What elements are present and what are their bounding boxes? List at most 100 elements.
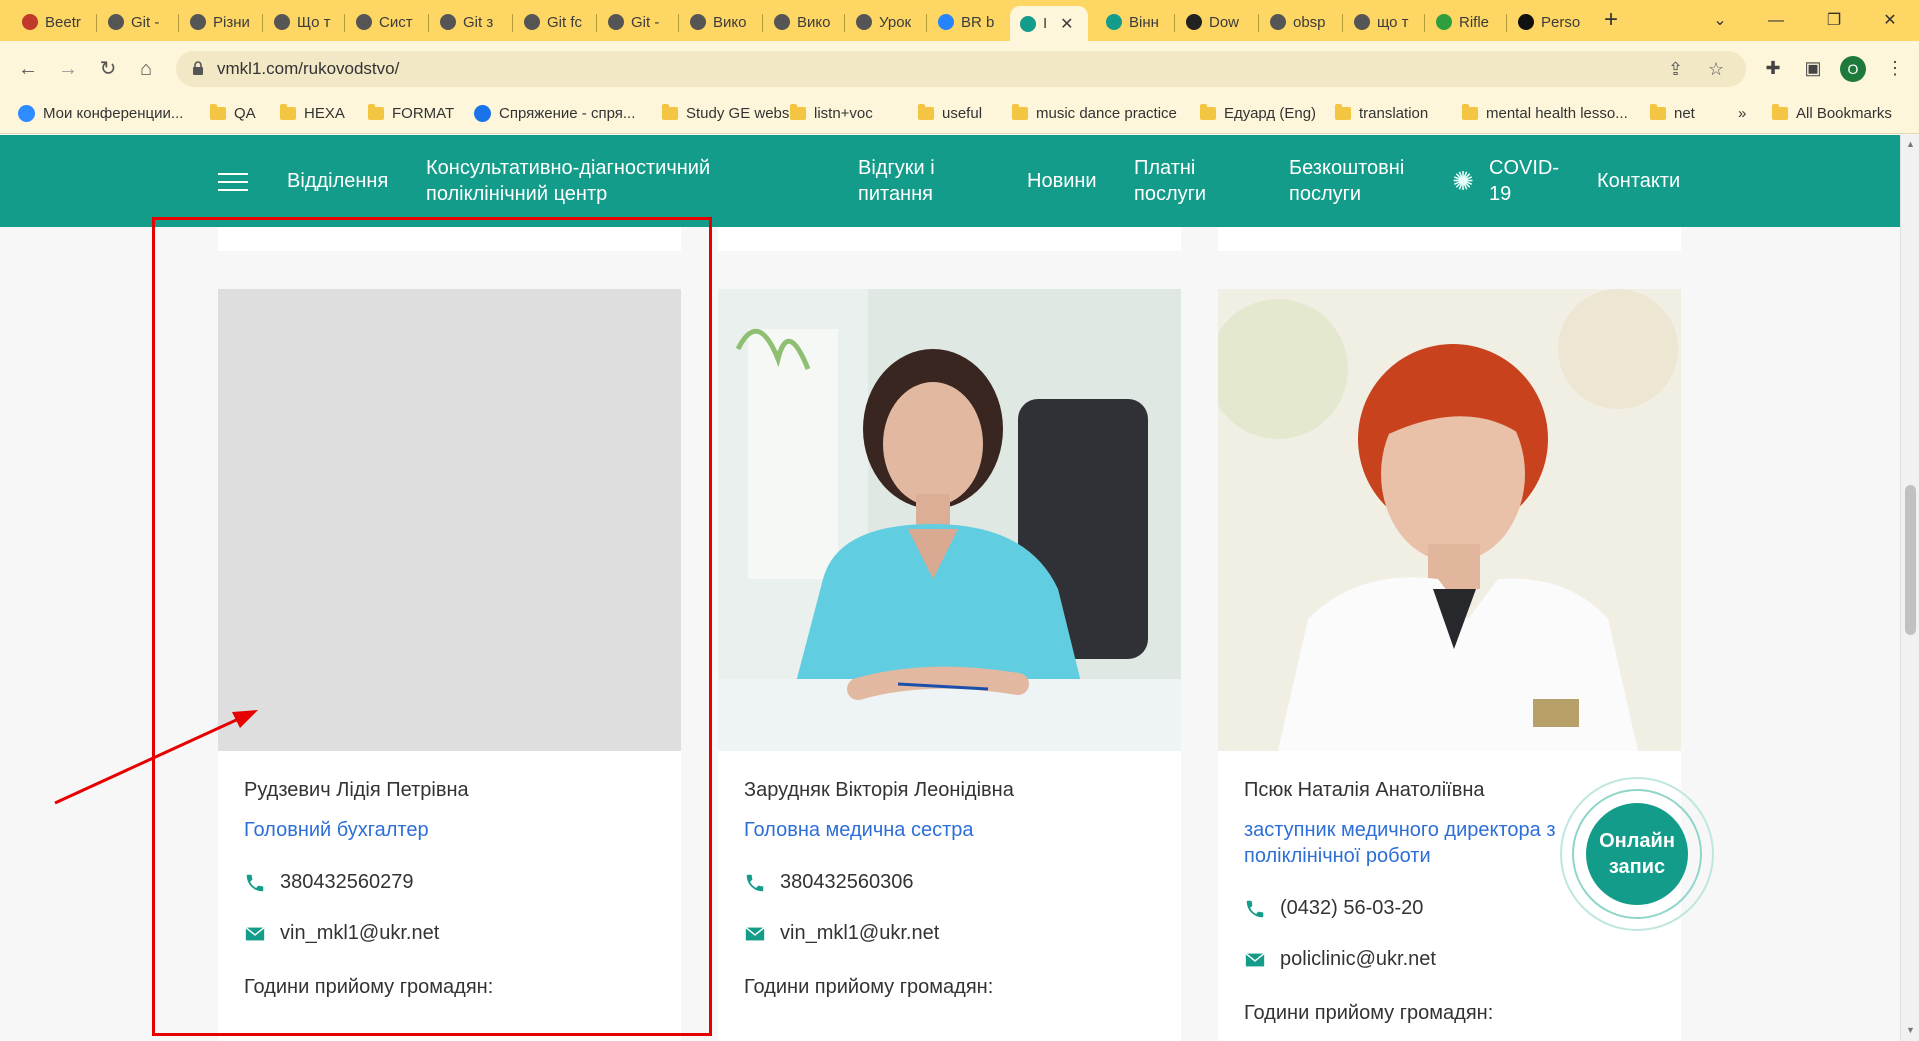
restore-button[interactable]: ❐: [1814, 6, 1854, 36]
folder-icon: [280, 104, 296, 120]
browser-tab[interactable]: Git -: [98, 6, 178, 38]
browser-tab[interactable]: I ✕: [1010, 6, 1088, 41]
staff-name: Зарудняк Вікторія Леонідівна: [744, 779, 1014, 801]
staff-phone[interactable]: (0432) 56-03-20: [1244, 897, 1423, 920]
staff-photo: [718, 289, 1181, 751]
card-previous-bottom: [718, 227, 1181, 251]
address-bar[interactable]: vmkl1.com/rukovodstvo/ ⇪ ☆: [176, 51, 1746, 87]
reception-hours-label: Години прийому громадян:: [744, 976, 994, 998]
nav-covid[interactable]: COVID- 19: [1489, 155, 1559, 207]
nav-center-line2: поліклінічний центр: [426, 183, 608, 205]
more-menu-icon[interactable]: ⋮: [1882, 55, 1908, 81]
tab-title: obsp: [1293, 13, 1326, 31]
browser-tab[interactable]: що т: [1344, 6, 1424, 38]
bookmark-star-icon[interactable]: ☆: [1708, 59, 1724, 80]
bookmarks-overflow-button[interactable]: »: [1738, 105, 1746, 122]
nav-reviews[interactable]: Відгуки і питання: [858, 155, 935, 207]
bookmark-item[interactable]: translation: [1335, 104, 1428, 122]
staff-email[interactable]: vin_mkl1@ukr.net: [744, 922, 939, 945]
page-scrollbar[interactable]: ▲ ▼: [1900, 135, 1919, 1041]
extensions-puzzle-icon[interactable]: ✚: [1760, 55, 1786, 81]
browser-tab[interactable]: Що т: [264, 6, 344, 38]
tab-separator: [262, 14, 263, 32]
browser-tab[interactable]: Вінн: [1096, 6, 1176, 38]
browser-tab[interactable]: Rifle: [1426, 6, 1506, 38]
nav-paid-services[interactable]: Платні послуги: [1134, 155, 1206, 207]
side-panel-icon[interactable]: ▣: [1800, 55, 1826, 81]
apple-icon: [22, 14, 38, 30]
browser-tab[interactable]: Git -: [598, 6, 678, 38]
hamburger-menu-icon[interactable]: [218, 173, 248, 191]
nav-contacts[interactable]: Контакти: [1597, 168, 1680, 194]
folder-icon: [368, 104, 384, 120]
bookmark-item[interactable]: useful: [918, 104, 982, 122]
browser-tab[interactable]: obsp: [1260, 6, 1340, 38]
bookmark-item[interactable]: HEXA: [280, 104, 345, 122]
tab-title: Rifle: [1459, 13, 1490, 31]
nav-free-services[interactable]: Безкоштовні послуги: [1289, 155, 1404, 207]
browser-tab[interactable]: Вико: [680, 6, 760, 38]
tab-separator: [1342, 14, 1343, 32]
browser-tab[interactable]: Beetr: [12, 6, 92, 38]
browser-tab[interactable]: Вико: [764, 6, 844, 38]
bookmark-label: music dance practice: [1036, 105, 1177, 122]
bookmark-item[interactable]: FORMAT: [368, 104, 454, 122]
bookmark-item[interactable]: Спряжение - спря...: [474, 105, 635, 122]
nav-covid-line2: 19: [1489, 183, 1512, 205]
bookmark-item[interactable]: Едуард (Eng): [1200, 104, 1316, 122]
online-line1: Онлайн: [1599, 830, 1675, 852]
close-tab-icon[interactable]: ✕: [1060, 14, 1073, 34]
online-booking-button[interactable]: Онлайн запис: [1586, 803, 1688, 905]
tab-separator: [178, 14, 179, 32]
profile-avatar[interactable]: O: [1840, 56, 1866, 82]
staff-email[interactable]: policlinic@ukr.net: [1244, 948, 1436, 971]
all-bookmarks-button[interactable]: All Bookmarks: [1772, 104, 1892, 122]
nav-news[interactable]: Новини: [1027, 168, 1097, 194]
bookmark-item[interactable]: listn+voc: [790, 104, 873, 122]
browser-tab[interactable]: Perso: [1508, 6, 1588, 38]
email-address: vin_mkl1@ukr.net: [780, 922, 940, 944]
nav-paid-line1: Платні: [1134, 157, 1196, 179]
globe-icon: [190, 14, 206, 30]
home-button[interactable]: ⌂: [132, 55, 160, 83]
close-window-button[interactable]: ✕: [1870, 6, 1910, 36]
scroll-up-arrow-icon[interactable]: ▲: [1905, 139, 1916, 149]
share-icon[interactable]: ⇪: [1668, 59, 1683, 80]
browser-tab[interactable]: Git з: [430, 6, 510, 38]
nav-consultative-center[interactable]: Консультативно-діагностичний поліклінічн…: [426, 155, 710, 207]
scrollbar-thumb[interactable]: [1905, 485, 1916, 635]
nav-covid-line1: COVID-: [1489, 157, 1559, 179]
bookmark-item[interactable]: Мои конференции...: [18, 105, 183, 122]
staff-phone[interactable]: 380432560306: [744, 871, 913, 894]
nav-reviews-line2: питання: [858, 183, 933, 205]
forward-button[interactable]: →: [54, 55, 82, 83]
reload-button[interactable]: ↻: [94, 55, 122, 83]
zoom-icon: [18, 105, 35, 122]
back-button[interactable]: ←: [14, 55, 42, 83]
bookmark-item[interactable]: music dance practice: [1012, 104, 1177, 122]
browser-tab[interactable]: Git fc: [514, 6, 594, 38]
browser-tab[interactable]: Різни: [180, 6, 260, 38]
tab-search-chevron-icon[interactable]: ⌄: [1700, 6, 1740, 36]
bookmark-item[interactable]: mental health lesso...: [1462, 104, 1628, 122]
new-tab-button[interactable]: +: [1596, 6, 1626, 36]
browser-tab[interactable]: Сист: [346, 6, 426, 38]
scroll-down-arrow-icon[interactable]: ▼: [1905, 1025, 1916, 1035]
tab-separator: [512, 14, 513, 32]
online-line2: запис: [1608, 856, 1666, 878]
site-top-navigation: Відділення Консультативно-діагностичний …: [0, 135, 1919, 227]
nav-paid-line2: послуги: [1134, 183, 1207, 205]
nav-departments[interactable]: Відділення: [287, 168, 388, 194]
browser-tab[interactable]: Dow: [1176, 6, 1256, 38]
bookmark-item[interactable]: net: [1650, 104, 1695, 122]
tab-separator: [678, 14, 679, 32]
globe-icon: [440, 14, 456, 30]
online-booking-widget[interactable]: Онлайн запис: [1560, 777, 1714, 931]
bookmark-item[interactable]: Study GE webs: [662, 104, 789, 122]
folder-icon: [210, 104, 226, 120]
minimize-button[interactable]: —: [1756, 6, 1796, 36]
tab-title: Вінн: [1129, 13, 1159, 31]
bookmark-item[interactable]: QA: [210, 104, 256, 122]
browser-tab[interactable]: Урок: [846, 6, 926, 38]
browser-tab[interactable]: BR b: [928, 6, 1008, 38]
